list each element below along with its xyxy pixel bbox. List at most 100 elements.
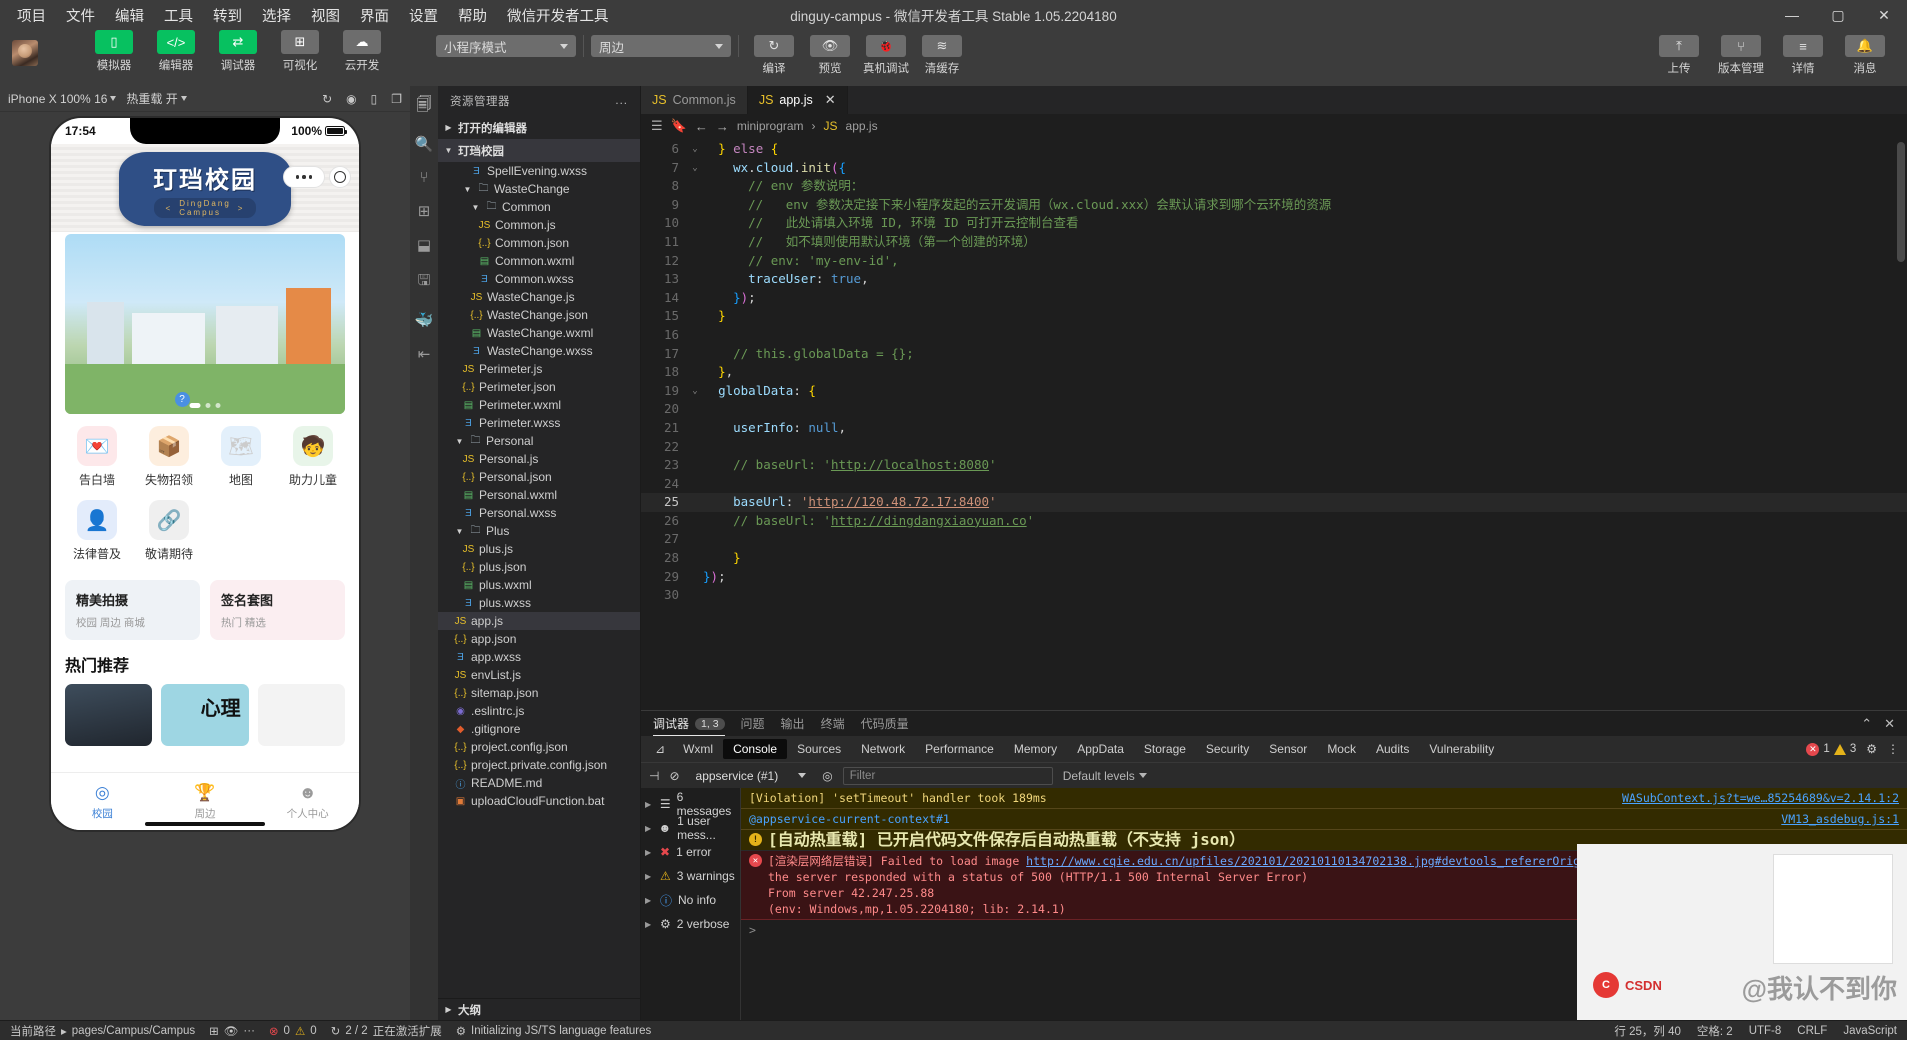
feature-cell[interactable]: 🧒 助力儿童 <box>277 426 349 488</box>
tree-file[interactable]: ▣ uploadCloudFunction.bat <box>438 792 640 810</box>
fold-icon[interactable] <box>687 214 703 233</box>
close-panel-icon[interactable]: ✕ <box>1884 716 1895 732</box>
fold-icon[interactable] <box>687 493 703 512</box>
more-menu-button[interactable] <box>283 166 325 188</box>
chevron-right-icon[interactable]: ▶ <box>645 800 654 809</box>
minimize-button[interactable]: — <box>1769 0 1815 30</box>
section-open-editors[interactable]: ▶ 打开的编辑器 <box>438 116 640 139</box>
tree-file[interactable]: Ǝplus.wxss <box>438 594 640 612</box>
menu-item-7[interactable]: 界面 <box>351 1 398 30</box>
menu-item-10[interactable]: 微信开发者工具 <box>498 1 618 30</box>
fold-icon[interactable] <box>687 512 703 531</box>
tree-file[interactable]: {..} Common.json <box>438 234 640 252</box>
hot-card[interactable] <box>65 684 153 746</box>
close-button[interactable]: ✕ <box>1861 0 1907 30</box>
tree-folder[interactable]: ▼ 🗀 Plus <box>438 522 640 540</box>
console-group[interactable]: ▶ ⚙ 2 verbose <box>641 912 740 936</box>
menu-item-6[interactable]: 视图 <box>302 1 349 30</box>
tree-file[interactable]: Ǝ WasteChange.wxss <box>438 342 640 360</box>
tree-file[interactable]: {..} WasteChange.json <box>438 306 640 324</box>
tree-file[interactable]: JS plus.js <box>438 540 640 558</box>
fold-icon[interactable] <box>687 475 703 494</box>
panel-tab-问题[interactable]: 问题 <box>741 711 765 736</box>
menu-item-3[interactable]: 工具 <box>155 1 202 30</box>
menu-item-4[interactable]: 转到 <box>204 1 251 30</box>
status-problems[interactable]: ⊗ 0 ⚠ 0 <box>269 1024 317 1038</box>
tree-file[interactable]: ▤ Perimeter.wxml <box>438 396 640 414</box>
save-icon[interactable]: 🖫 <box>418 270 431 295</box>
phone-tab-校园[interactable]: ◎ 校园 <box>51 773 154 830</box>
menu-item-0[interactable]: 项目 <box>8 1 55 30</box>
devtools-tab-wxml[interactable]: Wxml <box>673 739 723 759</box>
tree-file[interactable]: JS Perimeter.js <box>438 360 640 378</box>
tree-folder[interactable]: ▼ 🗀 WasteChange <box>438 180 640 198</box>
menu-item-5[interactable]: 选择 <box>253 1 300 30</box>
menu-item-1[interactable]: 文件 <box>57 1 104 30</box>
status-line-col[interactable]: 行 25，列 40 <box>1614 1023 1680 1039</box>
upload-button[interactable]: ⤒ 上传 <box>1651 30 1707 76</box>
tree-file[interactable]: ▤ plus.wxml <box>438 576 640 594</box>
hot-reload-select[interactable]: 热重载 开 <box>126 90 187 107</box>
panel-tab-输出[interactable]: 输出 <box>781 711 805 736</box>
editor-tab-Common.js[interactable]: JS Common.js <box>641 86 748 114</box>
console-group[interactable]: ▶ ⓘ No info <box>641 888 740 912</box>
fold-icon[interactable] <box>687 307 703 326</box>
devtools-tab-audits[interactable]: Audits <box>1366 739 1419 759</box>
status-path[interactable]: 当前路径 ▸ pages/Campus/Campus <box>10 1023 195 1039</box>
fold-icon[interactable]: ⌄ <box>687 159 703 178</box>
status-spaces[interactable]: 空格: 2 <box>1697 1023 1733 1039</box>
chevron-right-icon[interactable]: ▶ <box>645 872 654 881</box>
user-avatar[interactable] <box>12 40 38 66</box>
simulator-button[interactable]: ▯ 模拟器 <box>86 30 142 73</box>
tree-file[interactable]: Ǝ Personal.wxss <box>438 504 640 522</box>
console-message[interactable]: WASubContext.js?t=we…85254689&v=2.14.1:2… <box>741 788 1907 809</box>
eye-icon[interactable]: 👁 <box>224 1024 239 1038</box>
collapse-icon[interactable]: ⇤ <box>418 345 431 363</box>
editor-scrollbar[interactable] <box>1895 138 1907 710</box>
search-icon[interactable]: 🔍 <box>415 135 434 153</box>
panel-tab-终端[interactable]: 终端 <box>821 711 845 736</box>
devtools-tab-mock[interactable]: Mock <box>1317 739 1366 759</box>
code-area[interactable]: 6 ⌄ } else {7 ⌄ wx.cloud.init({8 // env 参数… <box>641 138 1907 710</box>
mode-select[interactable]: 小程序模式 <box>436 35 576 57</box>
hot-card[interactable] <box>257 684 345 746</box>
collapse-panel-icon[interactable]: ⌃ <box>1861 716 1872 732</box>
chevron-right-icon[interactable]: ▶ <box>645 848 654 857</box>
fold-icon[interactable] <box>687 400 703 419</box>
console-message[interactable]: VM13_asdebug.js:1 @appservice-current-con… <box>741 809 1907 830</box>
tree-file[interactable]: ◉ .eslintrc.js <box>438 702 640 720</box>
fold-icon[interactable] <box>687 549 703 568</box>
tree-file[interactable]: {..} app.json <box>438 630 640 648</box>
hero-banner[interactable] <box>65 234 345 414</box>
eye-icon[interactable]: ◎ <box>822 769 832 783</box>
back-icon[interactable]: ← <box>695 119 708 134</box>
device-icon[interactable]: ▯ <box>371 92 378 106</box>
debugger-button[interactable]: ⇄ 调试器 <box>210 30 266 73</box>
fold-icon[interactable] <box>687 456 703 475</box>
devtools-tab-storage[interactable]: Storage <box>1134 739 1196 759</box>
block-icon[interactable]: ⊘ <box>669 769 679 783</box>
detach-icon[interactable]: ❐ <box>391 92 402 106</box>
fold-icon[interactable] <box>687 196 703 215</box>
extensions-icon[interactable]: ⬓ <box>417 236 431 254</box>
breadcrumb-file[interactable]: app.js <box>846 119 878 133</box>
tree-file[interactable]: Ǝ Perimeter.wxss <box>438 414 640 432</box>
console-source-link[interactable]: VM13_asdebug.js:1 <box>1781 811 1899 827</box>
status-language[interactable]: JavaScript <box>1843 1025 1897 1037</box>
fold-icon[interactable]: ⌄ <box>687 140 703 159</box>
devtools-tab-memory[interactable]: Memory <box>1004 739 1067 759</box>
tree-file[interactable]: Ǝ Common.wxss <box>438 270 640 288</box>
console-group[interactable]: ▶ ☰ 6 messages <box>641 790 740 818</box>
promo-card[interactable]: 签名套图 热门 精选 <box>210 580 345 640</box>
chevron-right-icon[interactable]: ▶ <box>645 824 653 833</box>
phone-tab-个人中心[interactable]: ☻ 个人中心 <box>256 773 359 830</box>
docker-icon[interactable]: 🐳 <box>415 311 434 329</box>
source-control-icon[interactable]: ⑂ <box>419 169 428 186</box>
chevron-right-icon[interactable]: ▶ <box>645 920 654 929</box>
layout-icon[interactable]: ⊞ <box>209 1024 219 1038</box>
clear-cache-button[interactable]: ≋ 清缓存 <box>914 30 970 76</box>
breadcrumb-folder[interactable]: miniprogram <box>737 119 804 133</box>
hot-card[interactable] <box>161 684 249 746</box>
fold-icon[interactable] <box>687 345 703 364</box>
tree-file[interactable]: JS WasteChange.js <box>438 288 640 306</box>
